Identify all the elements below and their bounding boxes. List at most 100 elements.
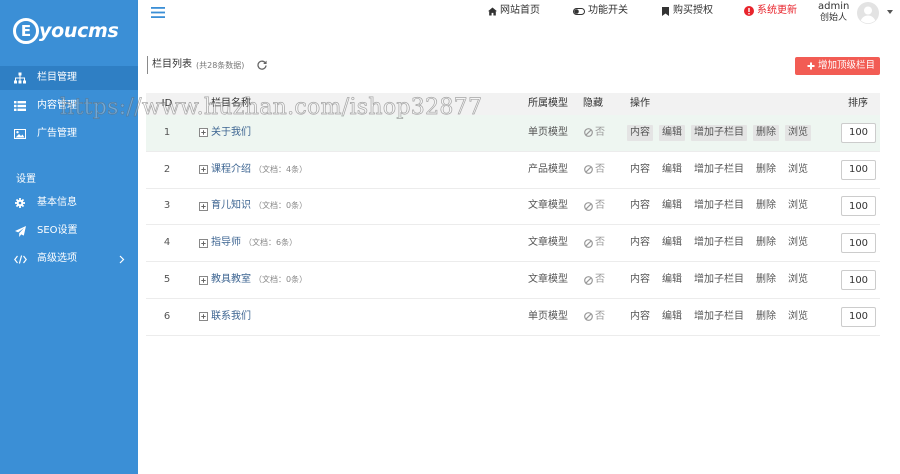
row-hidden[interactable]: 否 — [583, 311, 627, 323]
hidden-value: 否 — [595, 163, 605, 175]
row-sort-cell — [841, 122, 880, 143]
sidebar-item-label: 栏目管理 — [37, 72, 77, 83]
nav-label: 网站首页 — [500, 5, 540, 16]
sort-input[interactable] — [841, 122, 876, 143]
edit-button[interactable]: 编辑 — [659, 198, 685, 214]
sidebar-item-advanced-options[interactable]: 高级选项 — [0, 247, 138, 271]
expand-icon[interactable] — [199, 165, 208, 175]
main-content: 栏目列表 (共28条数据) 增加顶级栏目 ID 栏目名称 所属模型 隐藏 操作 … — [138, 30, 900, 474]
category-name-link[interactable]: 关于我们 — [211, 127, 251, 139]
nav-system-update[interactable]: 系统更新 — [744, 5, 797, 17]
category-name-link[interactable]: 育儿知识 — [211, 200, 251, 212]
category-name-link[interactable]: 联系我们 — [211, 311, 251, 323]
add-subcategory-button[interactable]: 增加子栏目 — [691, 198, 747, 214]
delete-button[interactable]: 删除 — [753, 198, 779, 214]
sort-input[interactable] — [841, 196, 876, 217]
ban-icon — [584, 238, 593, 248]
sort-input[interactable] — [841, 233, 876, 254]
caret-down-icon[interactable] — [887, 10, 893, 14]
sidebar-item-label: 基本信息 — [37, 197, 77, 208]
table-row: 4 指导师 （文档：6条） 文章模型否内容 编辑 增加子栏目 删除 浏览 — [146, 225, 880, 263]
row-name-cell: 指导师 （文档：6条） — [188, 237, 528, 249]
nav-website-home[interactable]: 网站首页 — [488, 5, 540, 17]
view-button[interactable]: 浏览 — [785, 309, 811, 325]
user-menu[interactable]: admin 创始人 — [818, 0, 854, 24]
add-top-category-button[interactable]: 增加顶级栏目 — [795, 57, 880, 75]
edit-button[interactable]: 编辑 — [659, 124, 685, 141]
add-subcategory-button[interactable]: 增加子栏目 — [691, 162, 747, 178]
expand-icon[interactable] — [199, 238, 208, 248]
expand-icon[interactable] — [199, 312, 208, 322]
row-id: 1 — [163, 126, 171, 138]
sidebar-item-basic-info[interactable]: 基本信息 — [0, 191, 138, 215]
sidebar-item-seo-settings[interactable]: SEO设置 — [0, 219, 138, 243]
view-button[interactable]: 浏览 — [785, 198, 811, 214]
nav-feature-switch[interactable]: 功能开关 — [573, 5, 628, 17]
expand-icon[interactable] — [199, 201, 208, 211]
row-actions: 内容 编辑 增加子栏目 删除 浏览 — [627, 272, 841, 288]
content-button[interactable]: 内容 — [627, 198, 653, 214]
row-model: 产品模型 — [528, 163, 568, 175]
view-button[interactable]: 浏览 — [785, 235, 811, 251]
edit-button[interactable]: 编辑 — [659, 235, 685, 251]
nav-buy-license[interactable]: 购买授权 — [661, 5, 713, 17]
delete-button[interactable]: 删除 — [753, 309, 779, 325]
delete-button[interactable]: 删除 — [753, 124, 779, 141]
sidebar-section-title: 设置 — [16, 174, 36, 185]
row-name-cell: 关于我们 — [188, 127, 528, 139]
edit-button[interactable]: 编辑 — [659, 272, 685, 288]
sidebar-item-label: 高级选项 — [37, 253, 77, 264]
sort-input[interactable] — [841, 159, 876, 180]
content-button[interactable]: 内容 — [627, 235, 653, 251]
edit-button[interactable]: 编辑 — [659, 309, 685, 325]
content-button[interactable]: 内容 — [627, 309, 653, 325]
add-subcategory-button[interactable]: 增加子栏目 — [691, 124, 747, 141]
table-row: 5 教具教室 （文档：0条） 文章模型否内容 编辑 增加子栏目 删除 浏览 — [146, 262, 880, 299]
avatar[interactable] — [857, 2, 879, 24]
delete-button[interactable]: 删除 — [753, 272, 779, 288]
refresh-icon[interactable] — [257, 60, 267, 70]
row-hidden[interactable]: 否 — [583, 164, 627, 176]
view-button[interactable]: 浏览 — [785, 124, 811, 141]
content-button[interactable]: 内容 — [627, 272, 653, 288]
logo[interactable]: E youcms — [13, 18, 125, 45]
edit-button[interactable]: 编辑 — [659, 162, 685, 178]
hidden-value: 否 — [595, 310, 605, 322]
row-hidden[interactable]: 否 — [583, 127, 627, 139]
sort-input[interactable] — [841, 270, 876, 291]
doc-count: （文档：0条） — [254, 275, 308, 285]
expand-icon[interactable] — [199, 128, 208, 138]
toggle-icon — [573, 7, 585, 15]
view-button[interactable]: 浏览 — [785, 272, 811, 288]
sort-input[interactable] — [841, 306, 876, 327]
row-id: 3 — [163, 200, 171, 212]
delete-button[interactable]: 删除 — [753, 235, 779, 251]
sidebar-item-content-management[interactable]: 内容管理 — [0, 94, 138, 118]
add-subcategory-button[interactable]: 增加子栏目 — [691, 235, 747, 251]
menu-toggle-icon[interactable] — [151, 7, 165, 19]
add-subcategory-button[interactable]: 增加子栏目 — [691, 272, 747, 288]
send-icon — [13, 219, 27, 243]
table-row: 3 育儿知识 （文档：0条） 文章模型否内容 编辑 增加子栏目 删除 浏览 — [146, 189, 880, 226]
content-button[interactable]: 内容 — [627, 162, 653, 178]
row-actions: 内容 编辑 增加子栏目 删除 浏览 — [627, 162, 841, 178]
add-subcategory-button[interactable]: 增加子栏目 — [691, 309, 747, 325]
delete-button[interactable]: 删除 — [753, 162, 779, 178]
sidebar-item-ad-management[interactable]: 广告管理 — [0, 122, 138, 146]
content-button[interactable]: 内容 — [627, 124, 653, 141]
logo-mark: E — [13, 18, 39, 44]
expand-icon[interactable] — [199, 275, 208, 285]
category-name-link[interactable]: 课程介绍 — [211, 164, 251, 176]
view-button[interactable]: 浏览 — [785, 162, 811, 178]
row-hidden[interactable]: 否 — [583, 200, 627, 212]
category-name-link[interactable]: 教具教室 — [211, 274, 251, 286]
category-name-link[interactable]: 指导师 — [211, 237, 241, 249]
sidebar-item-category-management[interactable]: 栏目管理 — [0, 66, 138, 90]
row-hidden[interactable]: 否 — [583, 274, 627, 286]
row-sort-cell — [841, 233, 880, 254]
chevron-right-icon — [119, 247, 125, 271]
nav-label: 购买授权 — [673, 5, 713, 16]
row-hidden[interactable]: 否 — [583, 237, 627, 249]
home-icon — [488, 6, 497, 16]
doc-count: （文档：4条） — [254, 164, 308, 174]
